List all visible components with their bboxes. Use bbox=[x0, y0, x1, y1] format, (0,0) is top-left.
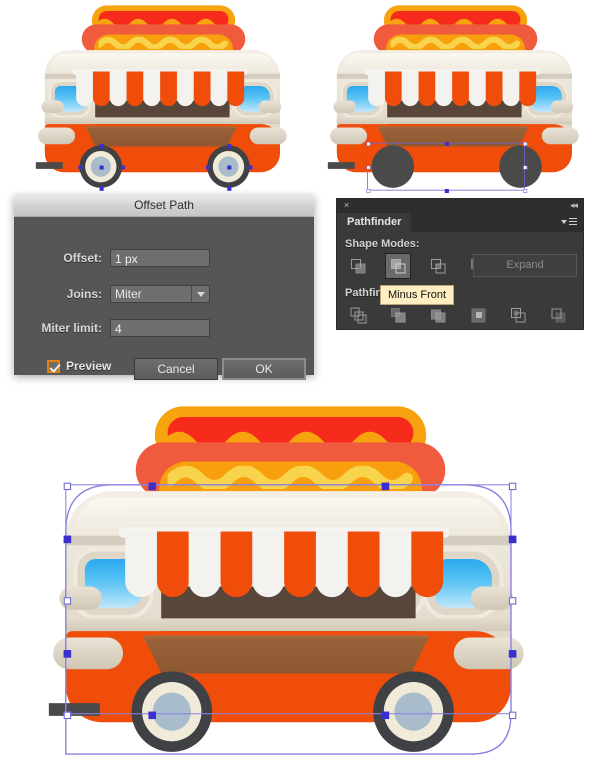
handle-right bbox=[258, 100, 282, 113]
artboard-top-right[interactable] bbox=[320, 2, 589, 193]
truck-step bbox=[35, 162, 63, 169]
collapse-icon[interactable]: ◂◂ bbox=[570, 200, 578, 211]
outline-icon bbox=[510, 307, 525, 322]
truck-step bbox=[48, 703, 100, 716]
panel-tabbar: Pathfinder bbox=[337, 213, 583, 232]
close-icon[interactable]: × bbox=[342, 201, 351, 210]
pathfinder-minus-back-button[interactable] bbox=[545, 302, 571, 328]
tooltip-minus-front: Minus Front bbox=[380, 285, 455, 305]
joins-row: Joins: Miter bbox=[14, 283, 314, 305]
awning bbox=[125, 531, 444, 598]
intersect-icon bbox=[430, 258, 445, 273]
offset-path-dialog[interactable]: Offset Path Offset: 1 px Joins: Miter Mi… bbox=[14, 195, 314, 380]
bumper-right bbox=[541, 127, 579, 145]
bumper-left bbox=[38, 127, 76, 145]
truck-shell-highlight bbox=[76, 497, 501, 530]
truck-side-band bbox=[44, 117, 280, 125]
counter-ledge bbox=[378, 127, 529, 147]
ok-button[interactable]: OK bbox=[222, 358, 306, 380]
shape-modes-label: Shape Modes: bbox=[345, 238, 420, 250]
truck-side-band bbox=[336, 117, 572, 125]
truck-shell-highlight bbox=[342, 53, 567, 71]
mustard-zigzag-icon bbox=[98, 36, 229, 50]
expand-button[interactable]: Expand bbox=[473, 254, 577, 277]
preview-label: Preview bbox=[66, 359, 112, 373]
cancel-button[interactable]: Cancel bbox=[134, 358, 218, 380]
pathfinder-trim-button[interactable] bbox=[385, 302, 411, 328]
pathfinder-merge-button[interactable] bbox=[425, 302, 451, 328]
wheel-rear[interactable] bbox=[373, 671, 454, 752]
bumper-left bbox=[53, 637, 124, 670]
miter-limit-row: Miter limit: 4 bbox=[14, 317, 314, 339]
pathfinder-ops-row bbox=[337, 302, 583, 330]
dialog-title: Offset Path bbox=[14, 195, 314, 217]
joins-label: Joins: bbox=[66, 287, 102, 301]
miter-limit-input[interactable]: 4 bbox=[110, 319, 210, 337]
counter-ledge bbox=[86, 127, 237, 147]
bumper-left bbox=[330, 127, 368, 145]
awning bbox=[368, 71, 537, 107]
wheel-front-flat[interactable] bbox=[371, 145, 415, 188]
awning bbox=[76, 71, 245, 107]
shape-mode-minus-front-button[interactable] bbox=[385, 253, 411, 279]
dialog-body: Offset: 1 px Joins: Miter Miter limit: 4… bbox=[14, 217, 314, 380]
trim-icon bbox=[390, 307, 405, 322]
divide-icon bbox=[350, 307, 366, 323]
checkbox-checked-icon[interactable] bbox=[47, 359, 60, 373]
offset-label: Offset: bbox=[63, 251, 102, 265]
artboard-bottom-large[interactable] bbox=[34, 400, 543, 755]
pathfinder-panel[interactable]: × ◂◂ Pathfinder Shape Modes: Expand Path… bbox=[336, 198, 584, 330]
shape-mode-unite-button[interactable] bbox=[345, 253, 371, 279]
shape-mode-intersect-button[interactable] bbox=[425, 253, 451, 279]
wheel-rear-flat[interactable] bbox=[499, 145, 542, 188]
panel-titlebar: × ◂◂ bbox=[337, 199, 583, 213]
merge-icon bbox=[430, 309, 445, 322]
pathfinder-divide-button[interactable] bbox=[345, 302, 371, 328]
crop-icon bbox=[471, 308, 485, 322]
preview-checkbox-wrap[interactable]: Preview bbox=[47, 359, 111, 373]
panel-menu-icon[interactable] bbox=[561, 216, 577, 228]
truck-step bbox=[327, 162, 355, 169]
offset-input[interactable]: 1 px bbox=[110, 249, 210, 267]
shape-modes-row: Expand bbox=[337, 253, 583, 281]
truck-shell-highlight bbox=[50, 53, 275, 71]
chevron-down-icon bbox=[192, 286, 209, 302]
illustrator-screenshot: Offset Path Offset: 1 px Joins: Miter Mi… bbox=[0, 0, 600, 755]
wheel-front[interactable] bbox=[79, 145, 123, 188]
pathfinder-crop-button[interactable] bbox=[465, 302, 491, 328]
minus-front-icon bbox=[390, 258, 405, 273]
mirror-left bbox=[41, 100, 64, 113]
pathfinder-outline-button[interactable] bbox=[505, 302, 531, 328]
bumper-right bbox=[249, 127, 287, 145]
bumper-right bbox=[453, 637, 524, 670]
handle-right bbox=[550, 100, 574, 113]
joins-value: Miter bbox=[115, 287, 142, 301]
unite-icon bbox=[350, 258, 365, 273]
wheel-rear[interactable] bbox=[207, 145, 250, 188]
truck-side-band bbox=[65, 618, 511, 632]
minus-back-icon bbox=[551, 308, 565, 322]
offset-row: Offset: 1 px bbox=[14, 247, 314, 269]
tab-pathfinder[interactable]: Pathfinder bbox=[337, 213, 412, 232]
miter-limit-label: Miter limit: bbox=[41, 321, 102, 335]
wheel-front[interactable] bbox=[131, 671, 213, 752]
counter-ledge bbox=[144, 637, 429, 674]
mirror-left bbox=[59, 586, 102, 610]
mirror-left bbox=[333, 100, 356, 113]
mustard-zigzag-icon bbox=[167, 465, 413, 490]
mustard-zigzag-icon bbox=[390, 36, 521, 50]
joins-select[interactable]: Miter bbox=[110, 285, 210, 303]
handle-right bbox=[470, 586, 514, 610]
artboard-top-left[interactable] bbox=[28, 2, 297, 191]
